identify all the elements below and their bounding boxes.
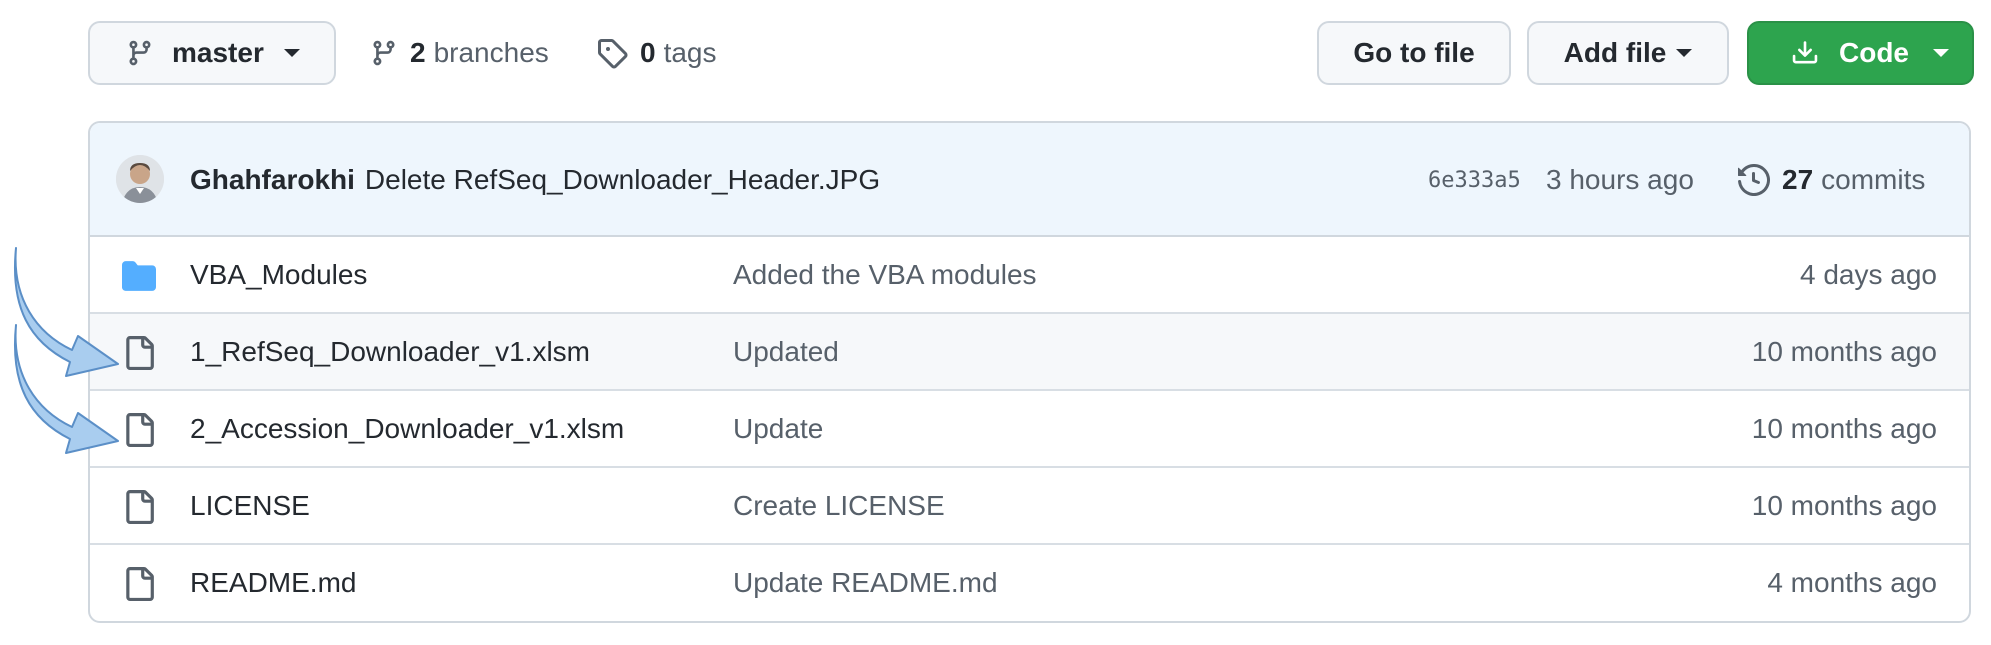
tag-icon xyxy=(598,39,628,69)
branches-label: branches xyxy=(433,37,549,68)
commits-link[interactable]: 27 commits xyxy=(1738,123,1925,237)
file-row[interactable]: 2_Accession_Downloader_v1.xlsm Update 10… xyxy=(90,391,1969,468)
branch-name: master xyxy=(172,37,264,68)
commit-author[interactable]: Ghahfarokhi xyxy=(190,164,355,196)
git-branch-icon xyxy=(373,40,395,66)
file-name[interactable]: 2_Accession_Downloader_v1.xlsm xyxy=(190,391,624,467)
file-row[interactable]: 1_RefSeq_Downloader_v1.xlsm Updated 10 m… xyxy=(90,314,1969,391)
history-icon xyxy=(1738,164,1770,196)
file-name[interactable]: VBA_Modules xyxy=(190,237,367,313)
file-icon xyxy=(126,413,154,447)
file-icon xyxy=(126,490,154,524)
file-icon xyxy=(126,567,154,601)
file-row[interactable]: README.md Update README.md 4 months ago xyxy=(90,545,1969,621)
file-icon xyxy=(126,336,154,370)
code-button[interactable]: Code xyxy=(1747,21,1974,85)
file-name[interactable]: 1_RefSeq_Downloader_v1.xlsm xyxy=(190,314,590,390)
file-row[interactable]: LICENSE Create LICENSE 10 months ago xyxy=(90,468,1969,545)
file-age: 10 months ago xyxy=(1751,490,1937,521)
commit-count: 27 xyxy=(1782,164,1814,195)
file-name[interactable]: README.md xyxy=(190,545,356,621)
commit-message[interactable]: Delete RefSeq_Downloader_Header.JPG xyxy=(365,164,880,196)
go-to-file-label: Go to file xyxy=(1353,37,1475,68)
file-name[interactable]: LICENSE xyxy=(190,468,310,544)
go-to-file-button[interactable]: Go to file xyxy=(1317,21,1511,85)
git-branch-icon xyxy=(129,40,151,66)
file-commit-message[interactable]: Update README.md xyxy=(733,545,998,621)
file-commit-message[interactable]: Create LICENSE xyxy=(733,468,945,544)
branch-count: 2 xyxy=(410,37,426,68)
file-row[interactable]: VBA_Modules Added the VBA modules 4 days… xyxy=(90,237,1969,314)
commits-label: commits xyxy=(1821,164,1926,195)
file-age: 4 days ago xyxy=(1800,259,1937,290)
folder-icon xyxy=(122,261,156,291)
avatar[interactable] xyxy=(116,155,164,203)
commit-sha[interactable]: 6e333a5 xyxy=(1428,123,1521,237)
branch-selector-button[interactable]: master xyxy=(88,21,336,85)
file-age: 10 months ago xyxy=(1751,336,1937,367)
file-list-box: Ghahfarokhi Delete RefSeq_Downloader_Hea… xyxy=(88,121,1971,623)
branches-link[interactable]: 2 branches xyxy=(370,21,549,85)
chevron-down-icon xyxy=(1933,49,1949,57)
tags-link[interactable]: 0 tags xyxy=(596,21,717,85)
code-label: Code xyxy=(1839,37,1909,68)
download-icon xyxy=(1792,41,1818,64)
add-file-label: Add file xyxy=(1563,37,1667,68)
add-file-button[interactable]: Add file xyxy=(1527,21,1729,85)
annotation-arrow-icon xyxy=(14,324,119,454)
file-age: 10 months ago xyxy=(1751,413,1937,444)
commit-summary: Ghahfarokhi Delete RefSeq_Downloader_Hea… xyxy=(190,123,880,237)
repo-toolbar: master 2 branches 0 tags Go to file Add … xyxy=(88,21,1974,87)
file-commit-message[interactable]: Update xyxy=(733,391,823,467)
commit-time[interactable]: 3 hours ago xyxy=(1546,123,1694,237)
file-age: 4 months ago xyxy=(1767,567,1937,598)
chevron-down-icon xyxy=(1676,49,1693,57)
file-commit-message[interactable]: Updated xyxy=(733,314,839,390)
latest-commit-bar: Ghahfarokhi Delete RefSeq_Downloader_Hea… xyxy=(90,123,1969,237)
tag-count: 0 xyxy=(640,37,656,68)
file-commit-message[interactable]: Added the VBA modules xyxy=(733,237,1037,313)
tags-label: tags xyxy=(663,37,717,68)
chevron-down-icon xyxy=(283,49,300,57)
